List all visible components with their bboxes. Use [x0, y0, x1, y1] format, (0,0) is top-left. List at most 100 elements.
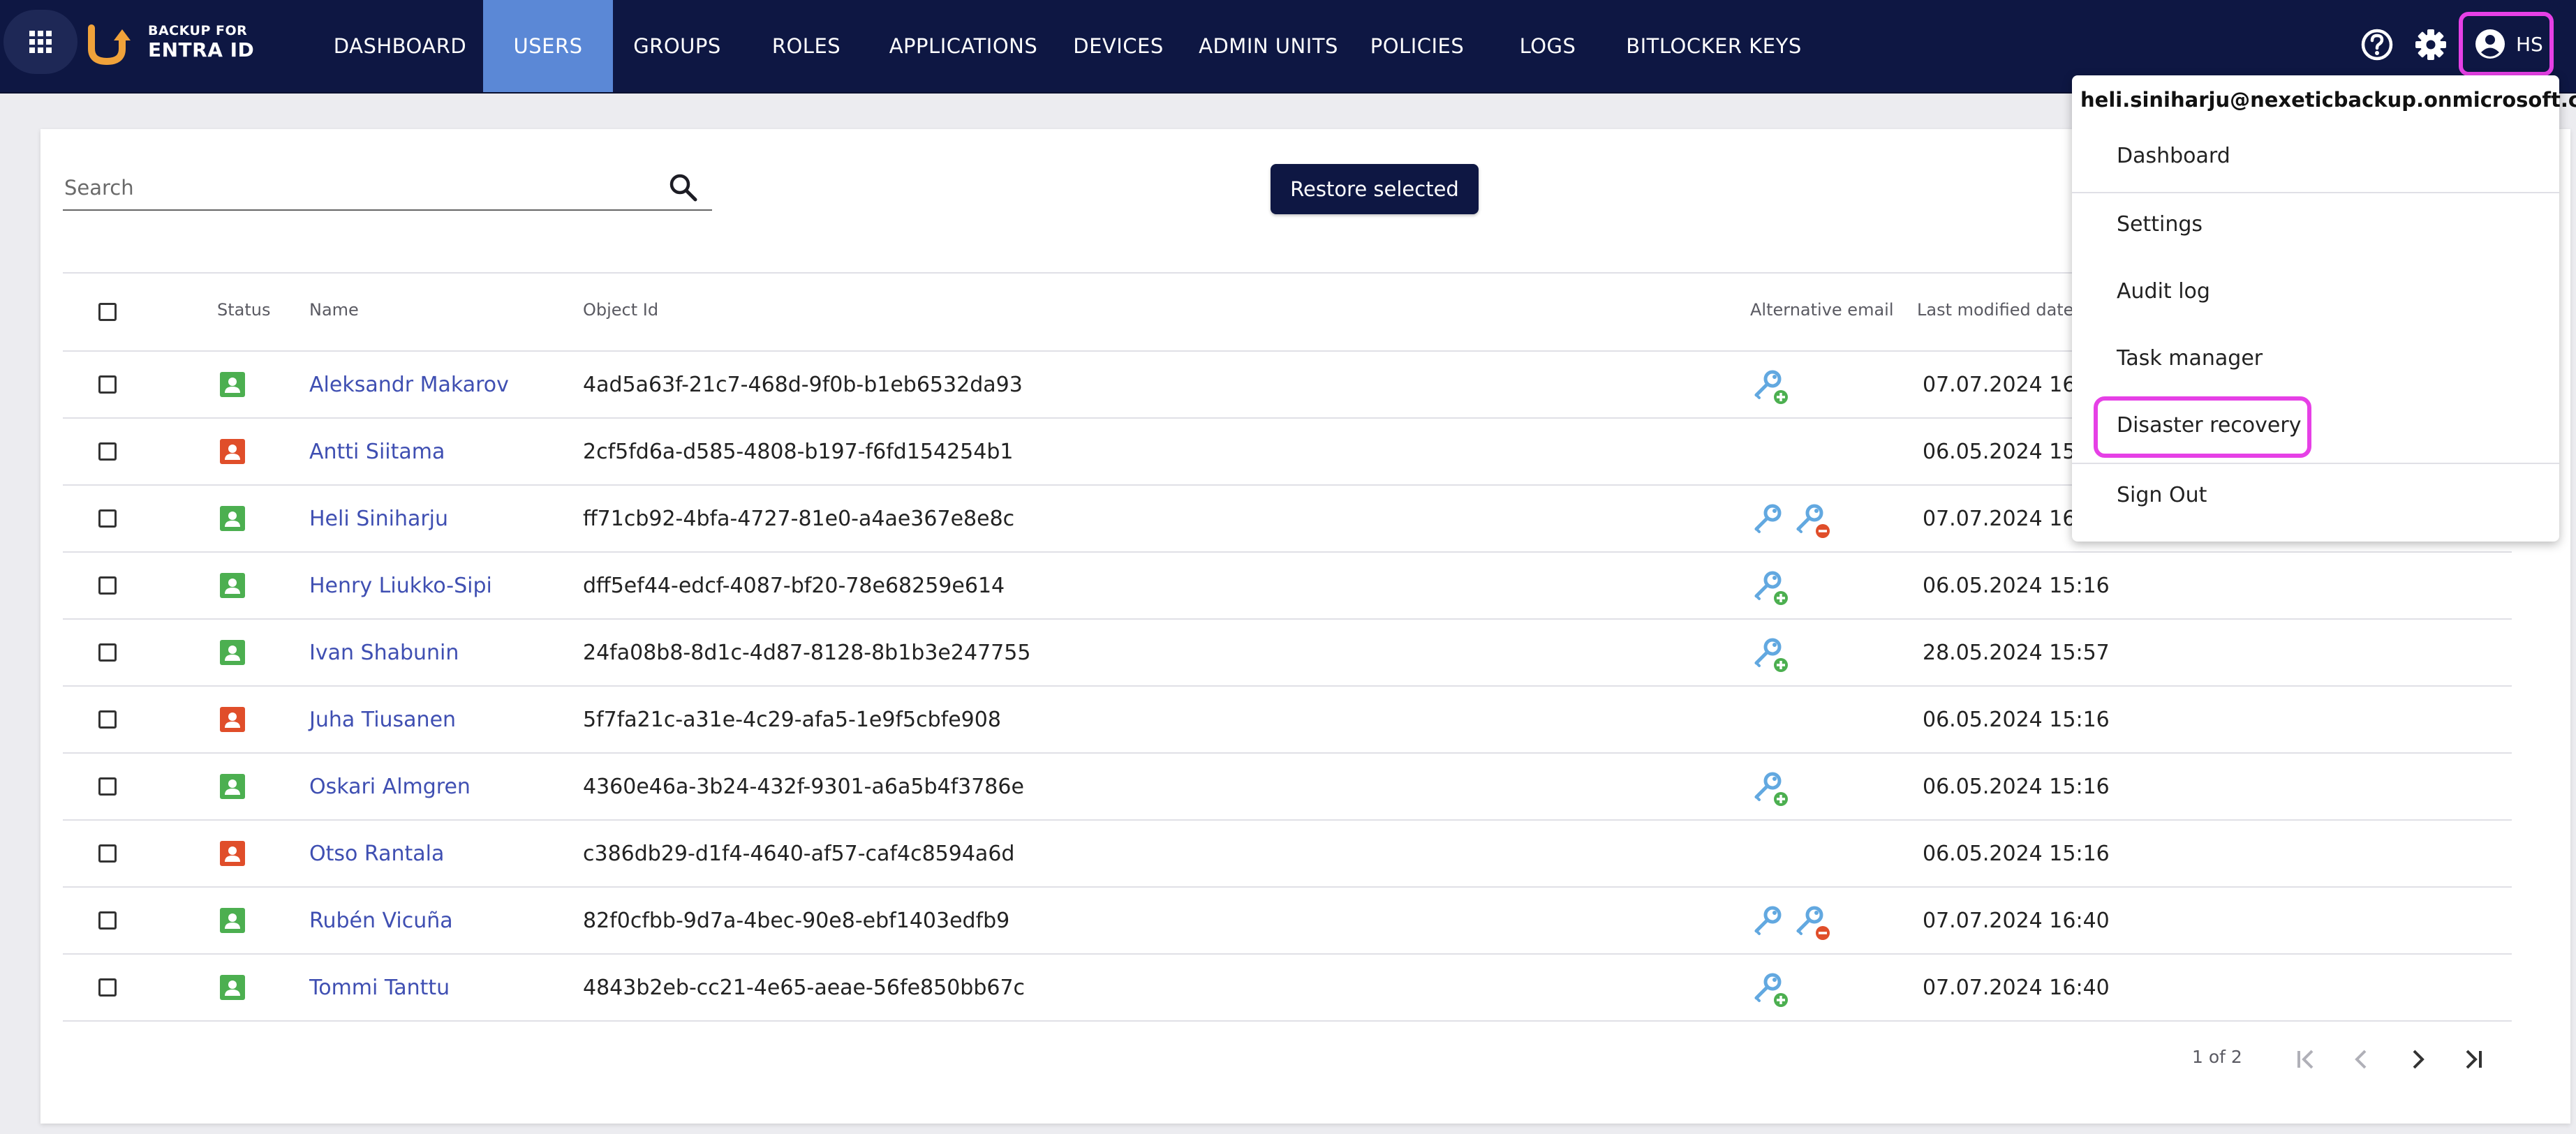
pagination-label: 1 of 2 — [2192, 1047, 2242, 1067]
column-header-alternative-email[interactable]: Alternative email — [1750, 300, 1894, 320]
status-active-icon — [220, 506, 245, 531]
nav-dashboard[interactable]: DASHBOARD — [328, 0, 472, 92]
nav-roles[interactable]: ROLES — [754, 0, 859, 92]
column-header-object-id[interactable]: Object Id — [583, 300, 658, 320]
user-name-link[interactable]: Ivan Shabunin — [309, 620, 459, 685]
nav-bitlocker-keys[interactable]: BITLOCKER KEYS — [1620, 0, 1808, 92]
menu-item-dashboard[interactable]: Dashboard — [2117, 144, 2230, 168]
nav-policies[interactable]: POLICIES — [1357, 0, 1477, 92]
status-active-icon — [220, 372, 245, 397]
table-row[interactable]: Rubén Vicuña 82f0cfbb-9d7a-4bec-90e8-ebf1… — [63, 888, 2512, 955]
row-checkbox[interactable] — [98, 978, 117, 997]
status-active-icon — [220, 975, 245, 1000]
nav-devices[interactable]: DEVICES — [1061, 0, 1176, 92]
key-remove-icon[interactable] — [1793, 501, 1832, 540]
object-id-cell: 24fa08b8-8d1c-4d87-8128-8b1b3e247755 — [583, 640, 1031, 665]
key-add-icon[interactable] — [1751, 367, 1790, 406]
column-header-last-modified[interactable]: Last modified date — [1917, 300, 2073, 320]
status-disabled-icon — [220, 707, 245, 732]
nav-groups[interactable]: GROUPS — [621, 0, 733, 92]
last-modified-cell: 06.05.2024 15:16 — [1923, 841, 2110, 866]
status-disabled-icon — [220, 841, 245, 866]
brand-name: BACKUP FOR ENTRA ID — [148, 24, 254, 60]
key-add-icon[interactable] — [1751, 970, 1790, 1009]
menu-item-sign-out[interactable]: Sign Out — [2117, 483, 2207, 507]
last-modified-cell: 07.07.2024 16:40 — [1923, 908, 2110, 933]
search-input[interactable] — [63, 172, 652, 204]
help-circle-icon[interactable] — [2358, 26, 2396, 64]
row-divider — [63, 1020, 2512, 1022]
table-row[interactable]: Tommi Tanttu 4843b2eb-cc21-4e65-aeae-56fe… — [63, 955, 2512, 1022]
gear-icon[interactable] — [2412, 26, 2450, 64]
user-name-link[interactable]: Rubén Vicuña — [309, 888, 453, 953]
key-add-icon[interactable] — [1751, 635, 1790, 674]
nav-users[interactable]: USERS — [483, 0, 613, 92]
row-checkbox[interactable] — [98, 844, 117, 863]
user-name-link[interactable]: Otso Rantala — [309, 821, 444, 886]
user-initials: HS — [2516, 32, 2543, 56]
user-name-link[interactable]: Henry Liukko-Sipi — [309, 553, 492, 618]
key-remove-icon[interactable] — [1793, 903, 1832, 942]
column-header-status[interactable]: Status — [217, 300, 270, 320]
menu-divider — [2072, 192, 2559, 193]
search-field[interactable] — [63, 167, 712, 211]
table-row[interactable]: Oskari Almgren 4360e46a-3b24-432f-9301-a6… — [63, 754, 2512, 821]
column-header-name[interactable]: Name — [309, 300, 359, 320]
row-checkbox[interactable] — [98, 509, 117, 528]
user-name-link[interactable]: Oskari Almgren — [309, 754, 471, 819]
account-circle-icon — [2475, 29, 2505, 59]
row-checkbox[interactable] — [98, 576, 117, 595]
last-modified-cell: 06.05.2024 15:16 — [1923, 573, 2110, 598]
grid-icon — [29, 31, 52, 53]
menu-item-audit-log[interactable]: Audit log — [2117, 279, 2210, 304]
status-active-icon — [220, 908, 245, 933]
status-active-icon — [220, 640, 245, 665]
nav-applications[interactable]: APPLICATIONS — [881, 0, 1046, 92]
row-checkbox[interactable] — [98, 442, 117, 461]
user-name-link[interactable]: Juha Tiusanen — [309, 687, 456, 752]
menu-divider — [2072, 463, 2559, 464]
search-icon[interactable] — [667, 172, 699, 204]
select-all-checkbox[interactable] — [98, 303, 117, 321]
first-page-button[interactable] — [2287, 1040, 2326, 1079]
row-checkbox[interactable] — [98, 643, 117, 662]
previous-page-button[interactable] — [2342, 1040, 2381, 1079]
apps-launcher-button[interactable] — [3, 10, 77, 74]
last-page-button[interactable] — [2453, 1040, 2492, 1079]
last-modified-cell: 06.05.2024 15:16 — [1923, 774, 2110, 799]
table-row[interactable]: Juha Tiusanen 5f7fa21c-a31e-4c29-afa5-1e9… — [63, 687, 2512, 754]
key-icon[interactable] — [1751, 903, 1790, 942]
nav-admin-units[interactable]: ADMIN UNITS — [1195, 0, 1342, 92]
object-id-cell: 4ad5a63f-21c7-468d-9f0b-b1eb6532da93 — [583, 372, 1023, 397]
key-icon[interactable] — [1751, 501, 1790, 540]
row-checkbox[interactable] — [98, 911, 117, 930]
disaster-recovery-highlight — [2094, 396, 2311, 458]
last-modified-cell: 06.05.2024 15:16 — [1923, 707, 2110, 732]
row-checkbox[interactable] — [98, 710, 117, 729]
last-modified-cell: 07.07.2024 16:40 — [1923, 975, 2110, 1000]
key-add-icon[interactable] — [1751, 769, 1790, 808]
table-row[interactable]: Ivan Shabunin 24fa08b8-8d1c-4d87-8128-8b1… — [63, 620, 2512, 687]
nav-logs[interactable]: LOGS — [1501, 0, 1594, 92]
restore-selected-button[interactable]: Restore selected — [1271, 164, 1479, 214]
status-disabled-icon — [220, 439, 245, 464]
key-add-icon[interactable] — [1751, 568, 1790, 607]
status-active-icon — [220, 774, 245, 799]
user-name-link[interactable]: Antti Siitama — [309, 419, 445, 484]
user-name-link[interactable]: Heli Siniharju — [309, 486, 448, 551]
menu-item-task-manager[interactable]: Task manager — [2117, 346, 2263, 371]
table-row[interactable]: Henry Liukko-Sipi dff5ef44-edcf-4087-bf20… — [63, 553, 2512, 620]
object-id-cell: c386db29-d1f4-4640-af57-caf4c8594a6d — [583, 841, 1015, 866]
user-name-link[interactable]: Aleksandr Makarov — [309, 352, 509, 417]
object-id-cell: 5f7fa21c-a31e-4c29-afa5-1e9f5cbfe908 — [583, 707, 1001, 732]
account-menu-button[interactable]: HS — [2459, 12, 2554, 76]
menu-item-settings[interactable]: Settings — [2117, 212, 2203, 237]
last-page-icon — [2466, 1050, 2482, 1069]
row-checkbox[interactable] — [98, 375, 117, 394]
user-name-link[interactable]: Tommi Tanttu — [309, 955, 450, 1020]
next-page-button[interactable] — [2398, 1040, 2437, 1079]
object-id-cell: 4360e46a-3b24-432f-9301-a6a5b4f3786e — [583, 774, 1024, 799]
table-row[interactable]: Otso Rantala c386db29-d1f4-4640-af57-caf4… — [63, 821, 2512, 888]
row-checkbox[interactable] — [98, 777, 117, 796]
object-id-cell: 82f0cfbb-9d7a-4bec-90e8-ebf1403edfb9 — [583, 908, 1010, 933]
